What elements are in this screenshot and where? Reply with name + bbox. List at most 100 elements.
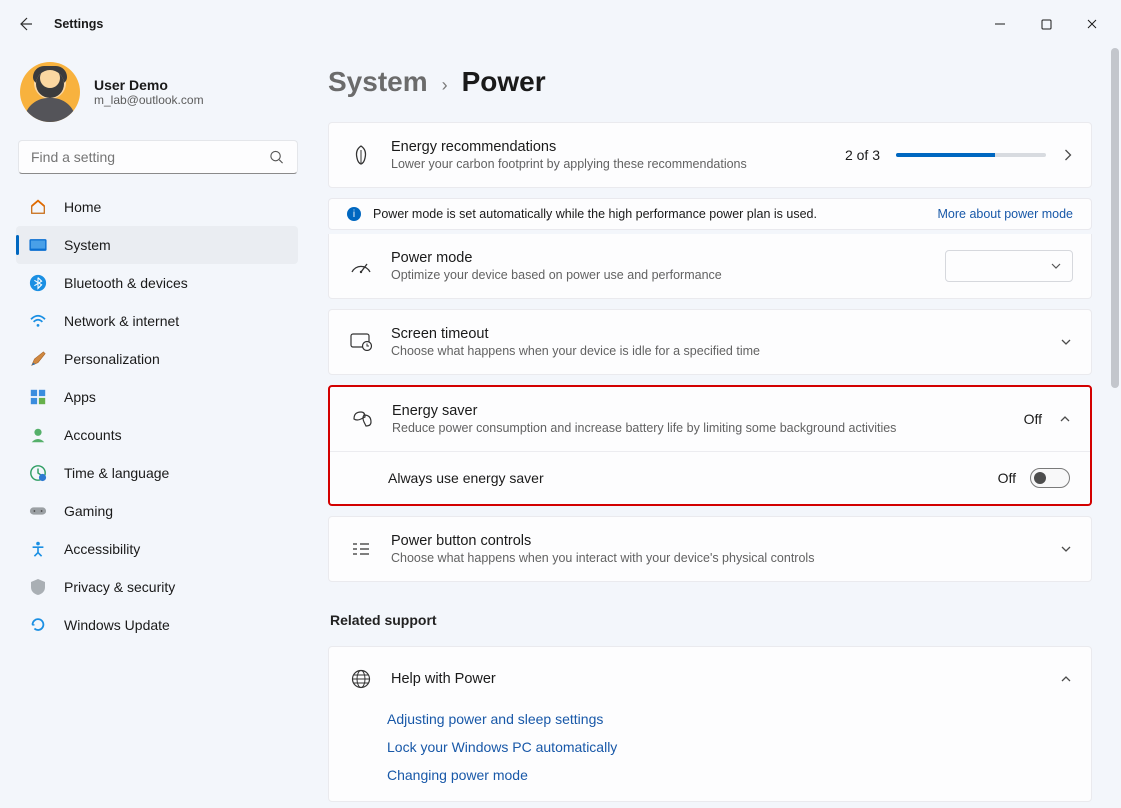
close-button[interactable] <box>1069 8 1115 40</box>
titlebar: Settings <box>0 0 1121 48</box>
energy-saver-card: Energy saver Reduce power consumption an… <box>328 385 1092 506</box>
sidebar-item-label: Home <box>64 199 101 215</box>
home-icon <box>28 197 48 217</box>
window-title: Settings <box>54 17 103 31</box>
sidebar-item-accounts[interactable]: Accounts <box>16 416 298 454</box>
page-title: Power <box>462 66 546 98</box>
shield-icon <box>28 577 48 597</box>
card-title: Power button controls <box>391 533 1041 549</box>
info-icon: i <box>347 207 361 221</box>
sidebar: User Demo m_lab@outlook.com Home System … <box>0 48 310 808</box>
accessibility-icon <box>28 539 48 559</box>
chevron-right-icon <box>1062 148 1073 162</box>
sidebar-item-label: Windows Update <box>64 617 170 633</box>
wifi-icon <box>28 311 48 331</box>
help-with-power-card: Help with Power Adjusting power and slee… <box>328 646 1092 802</box>
breadcrumb-parent[interactable]: System <box>328 66 428 98</box>
search-icon <box>269 150 284 165</box>
screen-timeout-icon <box>349 330 373 354</box>
info-text: Power mode is set automatically while th… <box>373 207 817 221</box>
minimize-button[interactable] <box>977 8 1023 40</box>
card-subtitle: Optimize your device based on power use … <box>391 268 927 282</box>
always-energy-saver-row: Always use energy saver Off <box>330 451 1090 504</box>
clock-icon <box>28 463 48 483</box>
chevron-up-icon <box>1058 414 1072 424</box>
globe-icon <box>349 667 373 691</box>
card-subtitle: Choose what happens when you interact wi… <box>391 551 1041 565</box>
progress-count: 2 of 3 <box>845 147 880 163</box>
info-banner: i Power mode is set automatically while … <box>328 198 1092 230</box>
energy-saver-header[interactable]: Energy saver Reduce power consumption an… <box>330 387 1090 451</box>
related-support-heading: Related support <box>330 612 1092 628</box>
card-subtitle: Choose what happens when your device is … <box>391 344 1041 358</box>
chevron-up-icon <box>1059 674 1073 684</box>
sidebar-item-label: Accounts <box>64 427 122 443</box>
sidebar-item-label: Gaming <box>64 503 113 519</box>
system-icon <box>28 235 48 255</box>
help-link[interactable]: Adjusting power and sleep settings <box>387 711 1071 727</box>
sidebar-item-update[interactable]: Windows Update <box>16 606 298 644</box>
search-input[interactable] <box>18 140 298 174</box>
sidebar-item-home[interactable]: Home <box>16 188 298 226</box>
search-box <box>18 140 294 174</box>
sidebar-item-label: Personalization <box>64 351 160 367</box>
person-icon <box>28 425 48 445</box>
card-title: Power mode <box>391 250 927 266</box>
user-email: m_lab@outlook.com <box>94 93 204 107</box>
card-subtitle: Lower your carbon footprint by applying … <box>391 157 827 171</box>
sidebar-item-personalization[interactable]: Personalization <box>16 340 298 378</box>
sidebar-item-label: Accessibility <box>64 541 140 557</box>
update-icon <box>28 615 48 635</box>
main-content: System › Power Energy recommendations Lo… <box>310 48 1121 808</box>
leaf-icon <box>349 143 373 167</box>
user-profile[interactable]: User Demo m_lab@outlook.com <box>16 58 298 140</box>
gauge-icon <box>349 254 373 278</box>
sidebar-item-privacy[interactable]: Privacy & security <box>16 568 298 606</box>
card-title: Energy recommendations <box>391 139 827 155</box>
sidebar-item-label: System <box>64 237 111 253</box>
help-header[interactable]: Help with Power <box>329 647 1091 711</box>
sidebar-item-label: Apps <box>64 389 96 405</box>
back-button[interactable] <box>10 9 40 39</box>
progress-bar <box>896 153 1046 157</box>
sidebar-item-label: Time & language <box>64 465 169 481</box>
chevron-down-icon <box>1059 337 1073 347</box>
apps-icon <box>28 387 48 407</box>
sidebar-item-accessibility[interactable]: Accessibility <box>16 530 298 568</box>
controls-icon <box>349 537 373 561</box>
card-title: Help with Power <box>391 671 1041 687</box>
sidebar-item-bluetooth[interactable]: Bluetooth & devices <box>16 264 298 302</box>
avatar <box>20 62 80 122</box>
nav: Home System Bluetooth & devices Network … <box>16 188 298 644</box>
screen-timeout-card[interactable]: Screen timeout Choose what happens when … <box>328 309 1092 375</box>
card-title: Energy saver <box>392 403 1006 419</box>
sidebar-item-network[interactable]: Network & internet <box>16 302 298 340</box>
sidebar-item-system[interactable]: System <box>16 226 298 264</box>
sidebar-item-time[interactable]: Time & language <box>16 454 298 492</box>
help-link[interactable]: Changing power mode <box>387 767 1071 783</box>
always-energy-saver-toggle[interactable] <box>1030 468 1070 488</box>
card-title: Screen timeout <box>391 326 1041 342</box>
energy-saver-status: Off <box>1024 411 1042 427</box>
bluetooth-icon <box>28 273 48 293</box>
power-mode-dropdown[interactable] <box>945 250 1073 282</box>
help-link[interactable]: Lock your Windows PC automatically <box>387 739 1071 755</box>
sidebar-item-gaming[interactable]: Gaming <box>16 492 298 530</box>
user-name: User Demo <box>94 77 204 93</box>
sidebar-item-label: Network & internet <box>64 313 179 329</box>
power-button-controls-card[interactable]: Power button controls Choose what happen… <box>328 516 1092 582</box>
more-about-link[interactable]: More about power mode <box>938 207 1074 221</box>
sidebar-item-apps[interactable]: Apps <box>16 378 298 416</box>
power-mode-card: Power mode Optimize your device based on… <box>328 234 1092 299</box>
card-subtitle: Reduce power consumption and increase ba… <box>392 421 1006 435</box>
always-label: Always use energy saver <box>388 470 544 486</box>
toggle-status: Off <box>998 470 1016 486</box>
chevron-down-icon <box>1059 544 1073 554</box>
breadcrumb: System › Power <box>328 66 1107 98</box>
gamepad-icon <box>28 501 48 521</box>
energy-recommendations-card[interactable]: Energy recommendations Lower your carbon… <box>328 122 1092 188</box>
brush-icon <box>28 349 48 369</box>
chevron-right-icon: › <box>442 75 448 96</box>
maximize-button[interactable] <box>1023 8 1069 40</box>
scrollbar[interactable] <box>1111 48 1119 388</box>
